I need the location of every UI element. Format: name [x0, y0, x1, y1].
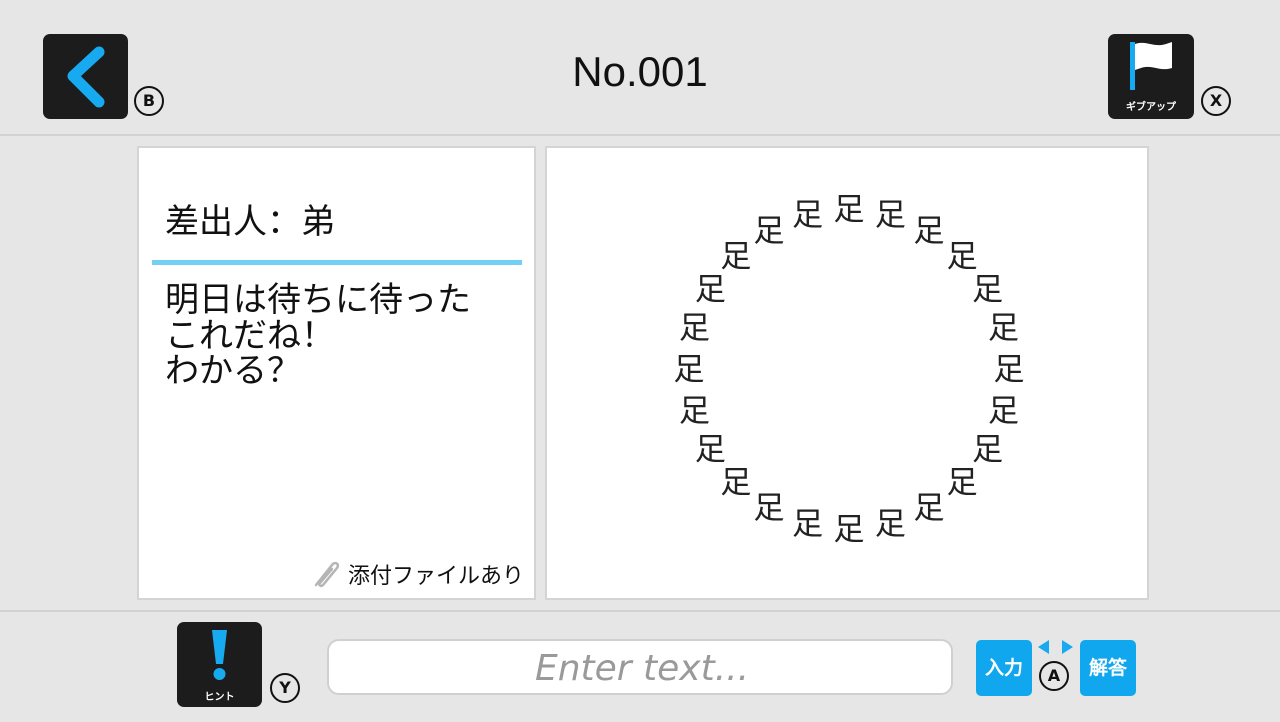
- message-line: わかる？: [165, 351, 301, 392]
- ring-character: 足: [792, 507, 823, 543]
- ring-character: 足: [947, 465, 978, 501]
- answer-input-box[interactable]: [327, 639, 955, 695]
- ring-character: 足: [695, 432, 726, 468]
- ring-character: 足: [720, 465, 751, 501]
- b-key-icon: B: [134, 86, 164, 116]
- message-line: これだね！: [165, 315, 335, 356]
- toggle-arrows-icon: [1038, 640, 1073, 654]
- ring-character: 足: [914, 213, 945, 249]
- hint-button[interactable]: ヒント: [177, 622, 262, 707]
- kanji-circle-puzzle: 足足足足足足足足足足足足足足足足足足足足足足足足: [674, 192, 1025, 548]
- paperclip-icon: [314, 561, 340, 588]
- divider: [152, 260, 522, 265]
- ring-character: 足: [834, 512, 865, 548]
- ring-character: 足: [695, 272, 726, 308]
- puzzle-number-title: No.001: [572, 48, 708, 95]
- ring-character: 足: [754, 491, 785, 527]
- ring-character: 足: [754, 213, 785, 249]
- letter-panel: 差出人：弟 明日は待ちに待った これだね！ わかる？ 添付ファイルあり: [137, 146, 536, 600]
- ring-character: 足: [834, 192, 865, 228]
- ring-character: 足: [875, 198, 906, 234]
- attachment-indicator: 添付ファイルあり: [310, 558, 524, 590]
- input-mode-button[interactable]: 入力: [976, 640, 1032, 696]
- back-button[interactable]: [43, 34, 128, 119]
- ring-character: 足: [914, 491, 945, 527]
- hint-label: ヒント: [204, 692, 235, 703]
- letter-message: 明日は待ちに待った これだね！ わかる？: [165, 280, 525, 392]
- message-line: 明日は待ちに待った: [165, 280, 471, 320]
- ring-character: 足: [994, 352, 1025, 388]
- flag-icon: [1130, 42, 1172, 90]
- exclamation-icon: [212, 630, 227, 680]
- give-up-label: ギブアップ: [1126, 102, 1176, 113]
- attachment-label: 添付ファイルあり: [347, 564, 524, 589]
- sender-label: 差出人：弟: [165, 202, 335, 242]
- ring-character: 足: [679, 393, 710, 429]
- x-key-icon: X: [1201, 86, 1231, 116]
- ring-character: 足: [972, 272, 1003, 308]
- ring-character: 足: [947, 239, 978, 275]
- answer-button[interactable]: 解答: [1080, 640, 1136, 696]
- give-up-button[interactable]: ギブアップ: [1108, 34, 1194, 119]
- y-key-icon: Y: [270, 673, 300, 703]
- ring-character: 足: [720, 239, 751, 275]
- ring-character: 足: [679, 311, 710, 347]
- puzzle-image-panel: 足足足足足足足足足足足足足足足足足足足足足足足足: [545, 146, 1149, 600]
- ring-character: 足: [988, 311, 1019, 347]
- ring-character: 足: [972, 432, 1003, 468]
- ring-character: 足: [792, 198, 823, 234]
- chevron-left-icon: [67, 46, 105, 108]
- ring-character: 足: [988, 393, 1019, 429]
- ring-character: 足: [875, 507, 906, 543]
- answer-input[interactable]: [329, 641, 955, 695]
- a-key-icon: A: [1039, 661, 1069, 691]
- ring-character: 足: [674, 352, 705, 388]
